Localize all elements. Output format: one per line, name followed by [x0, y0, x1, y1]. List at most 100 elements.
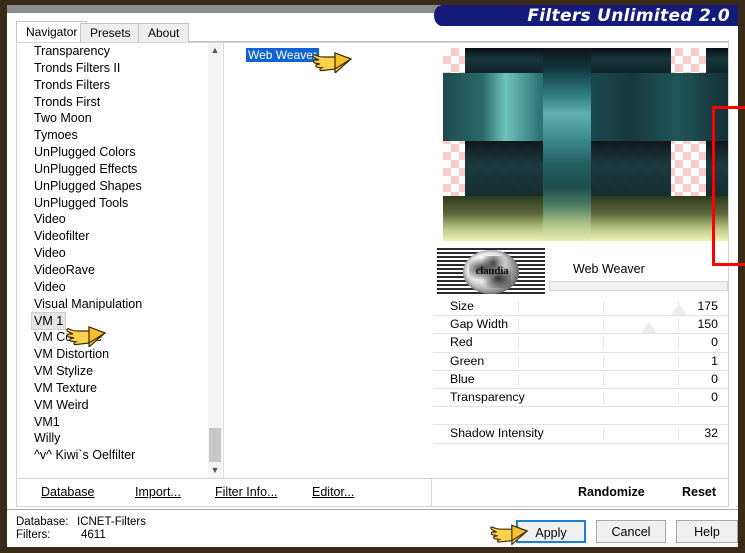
- list-item-label: UnPlugged Tools: [34, 195, 129, 210]
- filter-header-bar: [549, 281, 728, 291]
- chevron-down-icon[interactable]: ▼: [208, 463, 222, 478]
- list-item[interactable]: VM Colorize: [17, 329, 222, 346]
- list-item[interactable]: UnPlugged Colors: [17, 144, 222, 161]
- logo-text: claudia: [475, 265, 509, 277]
- list-item[interactable]: Tymoes: [17, 127, 222, 144]
- list-item[interactable]: Tronds Filters: [17, 77, 222, 94]
- list-item[interactable]: Video: [17, 245, 222, 262]
- slider-handle[interactable]: [641, 322, 657, 334]
- list-item-vm-1[interactable]: VM 1: [17, 311, 222, 331]
- parameter-row-red[interactable]: Red 0: [433, 334, 728, 353]
- tab-navigator[interactable]: Navigator: [16, 21, 88, 42]
- filter-info-link-label: Filter Info...: [215, 485, 278, 499]
- preview-strip: [591, 141, 671, 196]
- list-item-label: VM Texture: [34, 380, 97, 395]
- list-item-label: VM Distortion: [34, 347, 110, 362]
- parameter-row-transparency[interactable]: Transparency 0: [433, 389, 728, 408]
- preview-image[interactable]: [443, 48, 728, 241]
- import-link[interactable]: Import...: [135, 485, 181, 499]
- list-item-label: Video: [34, 246, 66, 261]
- preview-vertical-strip: [543, 48, 591, 241]
- footer-separator: [7, 509, 738, 510]
- chevron-up-icon[interactable]: ▲: [208, 43, 222, 58]
- tab-about[interactable]: About: [138, 23, 190, 42]
- parameter-label: Red: [450, 335, 473, 350]
- list-item[interactable]: Tronds First: [17, 94, 222, 111]
- list-item[interactable]: VM Distortion: [17, 346, 222, 363]
- list-item[interactable]: Two Moon: [17, 110, 222, 127]
- list-item[interactable]: UnPlugged Tools: [17, 195, 222, 212]
- list-item-label: Tronds Filters: [34, 77, 110, 92]
- editor-link[interactable]: Editor...: [312, 485, 354, 499]
- list-item[interactable]: VM Stylize: [17, 363, 222, 380]
- database-link[interactable]: Database: [41, 485, 95, 499]
- filter-category-list[interactable]: Transparency Tronds Filters II Tronds Fi…: [17, 43, 222, 478]
- list-item[interactable]: VM Texture: [17, 380, 222, 397]
- parameter-value: 150: [697, 317, 718, 332]
- list-item[interactable]: VideoRave: [17, 262, 222, 279]
- tab-presets[interactable]: Presets: [80, 23, 141, 42]
- preview-strip: [465, 48, 543, 73]
- list-item[interactable]: Willy: [17, 430, 222, 447]
- slider-handle[interactable]: [671, 304, 687, 316]
- apply-button[interactable]: Apply: [516, 520, 586, 543]
- filter-list-scrollbar[interactable]: ▲ ▼: [208, 43, 222, 478]
- help-button[interactable]: Help: [676, 520, 738, 543]
- list-item[interactable]: UnPlugged Shapes: [17, 178, 222, 195]
- reset-button[interactable]: Reset: [682, 485, 716, 499]
- parameter-row-spacer: [433, 407, 728, 426]
- parameter-row-shadow-intensity[interactable]: Shadow Intensity 32: [433, 425, 728, 444]
- list-item-label: Transparency: [34, 44, 110, 58]
- database-link-label: Database: [41, 485, 95, 499]
- filter-preview-pane: claudia Web Weaver Size 175 Gap Width 15…: [431, 43, 745, 478]
- list-item-label: UnPlugged Effects: [34, 161, 138, 176]
- list-item[interactable]: Videofilter: [17, 228, 222, 245]
- parameter-row-blue[interactable]: Blue 0: [433, 371, 728, 389]
- list-item[interactable]: Tronds Filters II: [17, 60, 222, 77]
- list-item[interactable]: UnPlugged Effects: [17, 161, 222, 178]
- list-item-label: VM 1: [30, 311, 67, 331]
- list-item[interactable]: Visual Manipulation: [17, 296, 222, 313]
- parameter-value: 32: [704, 426, 718, 441]
- parameter-label: Blue: [450, 371, 475, 386]
- parameter-row-gap-width[interactable]: Gap Width 150: [433, 316, 728, 335]
- parameter-list: Size 175 Gap Width 150 Red 0 Green 1 Blu…: [433, 298, 728, 478]
- sub-list-item-web-weaver[interactable]: Web Weaver: [246, 48, 319, 62]
- list-item-label: UnPlugged Shapes: [34, 178, 142, 193]
- list-item[interactable]: VM Weird: [17, 397, 222, 414]
- list-item-label: Two Moon: [34, 111, 92, 126]
- list-item-label: Visual Manipulation: [34, 296, 143, 311]
- preview-strip: [706, 48, 728, 73]
- list-item-label: Video: [34, 279, 66, 294]
- cancel-button[interactable]: Cancel: [596, 520, 666, 543]
- filters-value: 4611: [81, 529, 106, 541]
- list-item[interactable]: Video: [17, 211, 222, 228]
- list-item-label: VM Stylize: [34, 364, 94, 379]
- window-inner: Filters Unlimited 2.0 Navigator Presets …: [7, 5, 745, 547]
- filters-label: Filters:: [16, 529, 51, 541]
- filter-sub-list[interactable]: Web Weaver: [223, 43, 430, 478]
- list-item-label: Willy: [34, 431, 61, 446]
- parameter-label: Size: [450, 299, 474, 313]
- randomize-button[interactable]: Randomize: [578, 485, 645, 499]
- scrollbar-thumb[interactable]: [209, 428, 221, 462]
- parameter-row-size[interactable]: Size 175: [433, 298, 728, 317]
- editor-link-label: Editor...: [312, 485, 355, 499]
- list-item[interactable]: Transparency: [17, 43, 222, 60]
- filter-name: Web Weaver: [573, 262, 645, 276]
- list-item-label: Tymoes: [34, 128, 78, 143]
- parameter-value: 0: [711, 371, 718, 386]
- claudia-logo: claudia: [437, 248, 545, 296]
- database-value: ICNET-Filters: [77, 516, 146, 528]
- list-item[interactable]: VM1: [17, 414, 222, 431]
- list-item-label: ^v^ Kiwi`s Oelfilter: [34, 448, 136, 463]
- list-item-label: Tronds Filters II: [34, 60, 121, 75]
- filter-header: claudia Web Weaver: [433, 248, 728, 296]
- list-item[interactable]: ^v^ Kiwi`s Oelfilter: [17, 447, 222, 464]
- list-item[interactable]: Video: [17, 279, 222, 296]
- filter-info-link[interactable]: Filter Info...: [215, 485, 278, 499]
- link-bar-divider: [431, 479, 432, 506]
- parameter-row-green[interactable]: Green 1: [433, 353, 728, 371]
- status-footer: Database: ICNET-Filters Filters: 4611 Ap…: [7, 509, 738, 547]
- filters-unlimited-window: Filters Unlimited 2.0 Navigator Presets …: [0, 0, 745, 553]
